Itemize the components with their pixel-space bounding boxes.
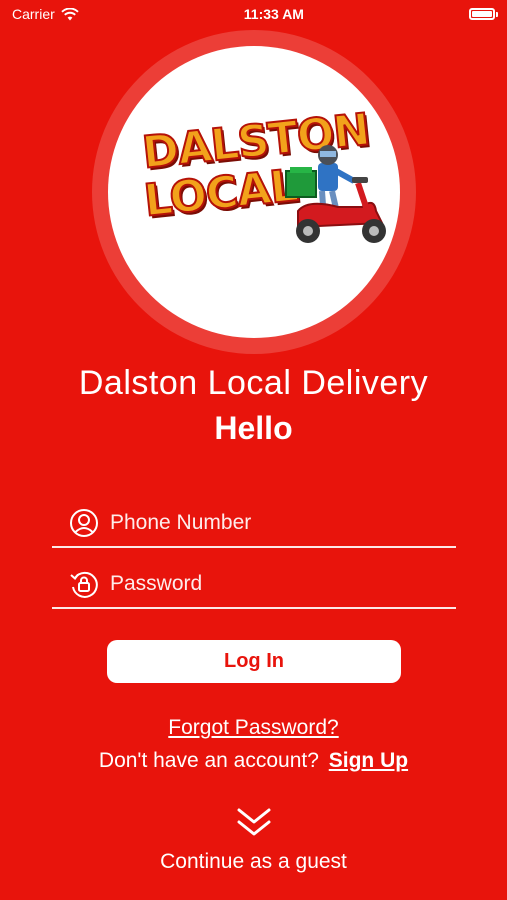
double-chevron-down-icon[interactable]: [235, 806, 273, 838]
phone-field: [52, 500, 456, 548]
lock-rotate-icon: [68, 568, 100, 600]
scooter-rider-icon: [285, 145, 386, 243]
user-icon: [68, 507, 100, 539]
battery-icon: [469, 8, 498, 20]
wifi-icon: [61, 7, 79, 21]
carrier-label: Carrier: [12, 6, 55, 22]
status-time: 11:33 AM: [243, 6, 304, 22]
carrier-indicator: Carrier: [12, 6, 79, 22]
phone-number-input[interactable]: [110, 511, 456, 535]
login-button[interactable]: Log In: [107, 640, 401, 683]
password-field: [52, 561, 456, 609]
password-input[interactable]: [110, 572, 456, 596]
greeting-title: Hello: [214, 410, 293, 446]
forgot-password-link[interactable]: Forgot Password?: [0, 716, 507, 740]
status-bar: Carrier 11:33 AM: [0, 0, 507, 28]
app-title: Dalston Local Delivery: [78, 364, 429, 402]
sign-up-link[interactable]: Sign Up: [329, 749, 408, 772]
no-account-text: Don't have an account?: [98, 749, 319, 772]
signup-row: Don't have an account? Sign Up: [0, 749, 507, 773]
brand-logo: DALSTON LOCAL: [108, 46, 400, 338]
continue-as-guest-link[interactable]: Continue as a guest: [0, 850, 507, 874]
logo-ring: DALSTON LOCAL: [92, 30, 416, 354]
